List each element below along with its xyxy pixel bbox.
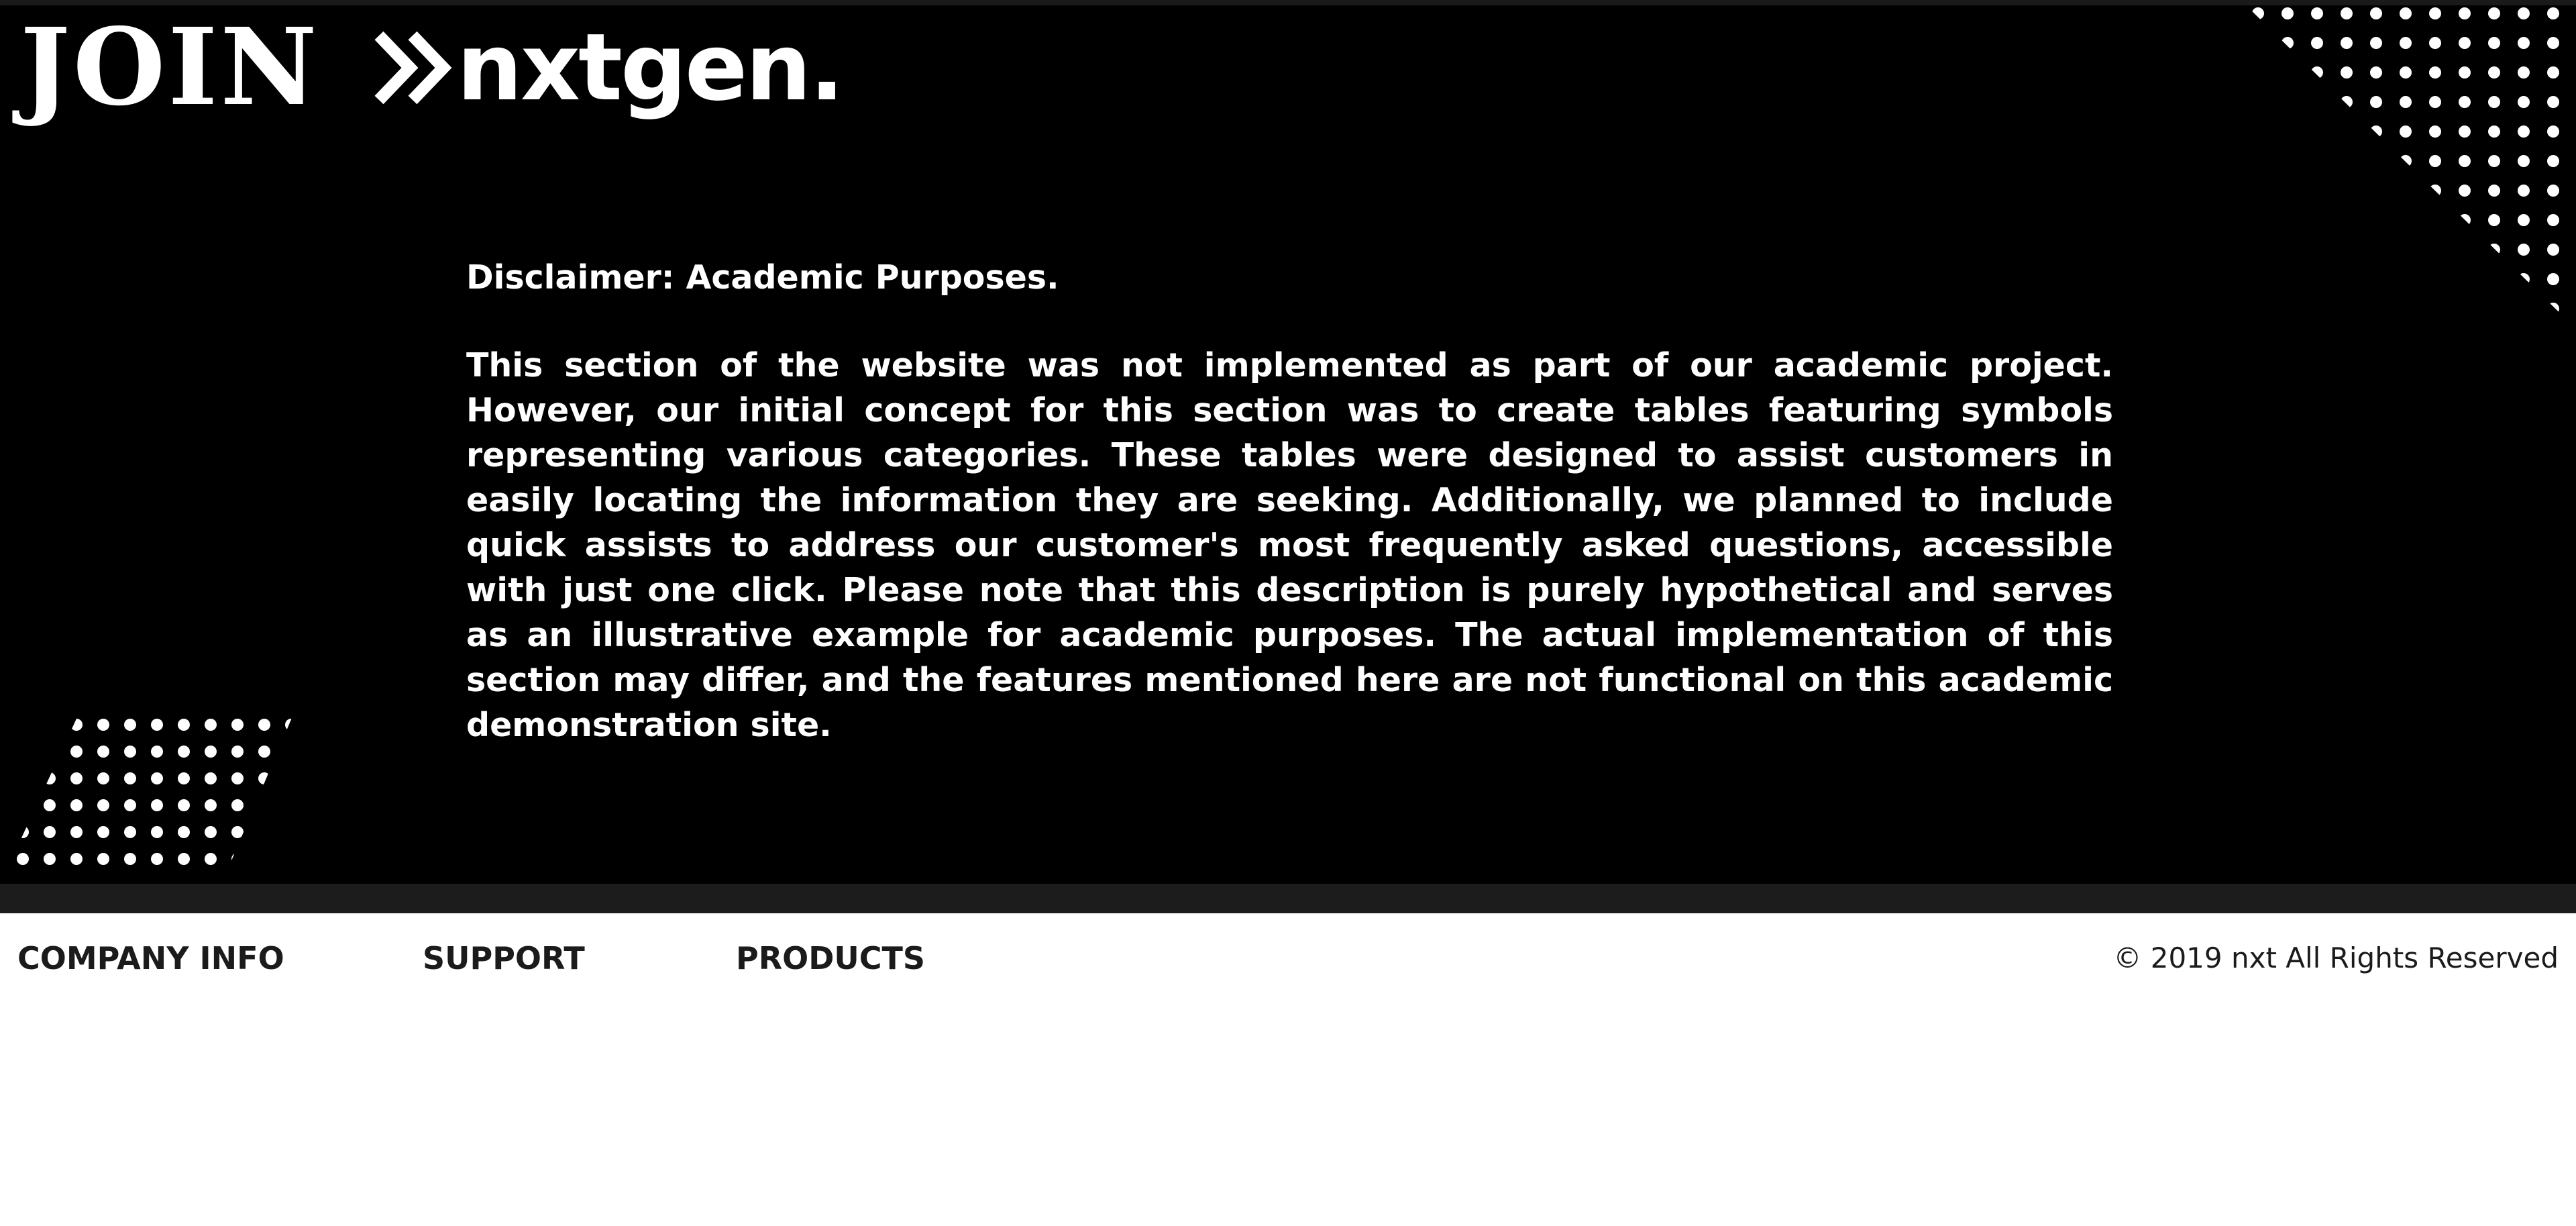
decorative-dots-bottom-left bbox=[17, 719, 295, 865]
footer: COMPANY INFO SUPPORT PRODUCTS © 2019 nxt… bbox=[0, 913, 2576, 1007]
copyright-text: © 2019 nxt All Rights Reserved bbox=[2113, 941, 2559, 974]
logo-brand-name: nxtgen. bbox=[456, 13, 845, 121]
disclaimer-body: This section of the website was not impl… bbox=[466, 346, 2113, 744]
brand-logo[interactable]: JOIN nxtgen. bbox=[20, 5, 845, 130]
footer-link-support[interactable]: SUPPORT bbox=[423, 940, 585, 976]
hero-section: JOIN nxtgen. Disclaimer: Academic Purpos… bbox=[0, 0, 2576, 884]
logo-join-text: JOIN bbox=[20, 5, 320, 130]
double-chevron-right-icon bbox=[374, 30, 453, 105]
footer-divider-band bbox=[0, 884, 2576, 913]
footer-link-company-info[interactable]: COMPANY INFO bbox=[17, 940, 284, 976]
decorative-dots-top-right bbox=[2252, 7, 2559, 315]
footer-link-products[interactable]: PRODUCTS bbox=[736, 940, 925, 976]
disclaimer-block: Disclaimer: Academic Purposes. This sect… bbox=[466, 255, 2113, 748]
disclaimer-title: Disclaimer: Academic Purposes. bbox=[466, 258, 1059, 297]
